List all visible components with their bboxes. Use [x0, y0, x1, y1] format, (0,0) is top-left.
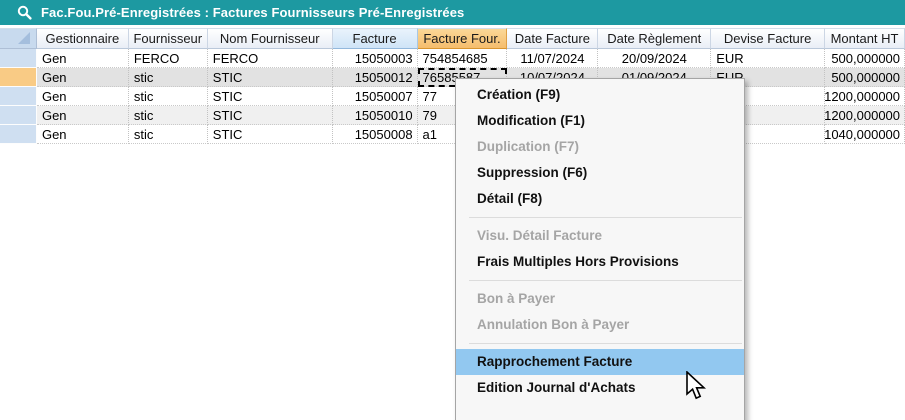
menu-item-annulation-bon-a-payer: Annulation Bon à Payer	[456, 312, 744, 338]
search-icon[interactable]	[17, 5, 32, 20]
menu-separator	[469, 343, 742, 344]
table-row: GensticSTIC15050008a11040,000000	[0, 125, 905, 144]
cell-facture-four[interactable]: 754854685	[418, 49, 508, 68]
cell-facture[interactable]: 15050003	[333, 49, 418, 68]
cell-nom-fournisseur[interactable]: FERCO	[208, 49, 333, 68]
menu-item-frais-multiples-hors-provisions[interactable]: Frais Multiples Hors Provisions	[456, 249, 744, 275]
cell-nom-fournisseur[interactable]: STIC	[208, 87, 333, 106]
table-row: GensticSTIC150500127658558710/07/202401/…	[0, 68, 905, 87]
column-header-nom-fournisseur[interactable]: Nom Fournisseur	[208, 28, 333, 49]
cell-facture[interactable]: 15050007	[333, 87, 418, 106]
context-menu: Création (F9)Modification (F1)Duplicatio…	[455, 78, 745, 420]
column-header-gestionnaire[interactable]: Gestionnaire	[37, 28, 129, 49]
app-window: Fac.Fou.Pré-Enregistrées : Factures Four…	[0, 0, 905, 420]
column-header-facture-four[interactable]: Facture Four.	[418, 28, 508, 49]
select-all-corner[interactable]	[0, 28, 37, 49]
table-row: GensticSTIC15050007771200,000000	[0, 87, 905, 106]
cell-montant-ht[interactable]: 500,000000	[825, 68, 905, 87]
cell-fournisseur[interactable]: stic	[129, 106, 208, 125]
menu-item-modification-f1[interactable]: Modification (F1)	[456, 108, 744, 134]
row-selector[interactable]	[0, 106, 37, 125]
column-header-montant-ht[interactable]: Montant HT	[825, 28, 905, 49]
menu-item-visu-detail-facture: Visu. Détail Facture	[456, 223, 744, 249]
window-titlebar: Fac.Fou.Pré-Enregistrées : Factures Four…	[0, 0, 905, 25]
cell-nom-fournisseur[interactable]: STIC	[208, 68, 333, 87]
cell-fournisseur[interactable]: FERCO	[129, 49, 208, 68]
cell-gestionnaire[interactable]: Gen	[37, 87, 129, 106]
cell-date-reglement[interactable]: 20/09/2024	[598, 49, 711, 68]
cell-nom-fournisseur[interactable]: STIC	[208, 106, 333, 125]
table-header-row: GestionnaireFournisseurNom FournisseurFa…	[0, 28, 905, 49]
column-header-date-reglement[interactable]: Date Règlement	[598, 28, 711, 49]
cell-nom-fournisseur[interactable]: STIC	[208, 125, 333, 144]
cell-fournisseur[interactable]: stic	[129, 125, 208, 144]
table-row: GensticSTIC15050010791200,000000	[0, 106, 905, 125]
menu-item-suppression-f6[interactable]: Suppression (F6)	[456, 160, 744, 186]
column-header-facture[interactable]: Facture	[333, 28, 418, 49]
cell-gestionnaire[interactable]: Gen	[37, 125, 129, 144]
cell-montant-ht[interactable]: 1040,000000	[825, 125, 905, 144]
cell-facture[interactable]: 15050012	[333, 68, 418, 87]
cell-devise-facture[interactable]: EUR	[711, 49, 825, 68]
cell-montant-ht[interactable]: 1200,000000	[825, 87, 905, 106]
menu-item-detail-f8[interactable]: Détail (F8)	[456, 186, 744, 212]
row-selector[interactable]	[0, 49, 37, 68]
column-header-fournisseur[interactable]: Fournisseur	[129, 28, 208, 49]
corner-triangle-icon	[18, 32, 30, 44]
cell-montant-ht[interactable]: 500,000000	[825, 49, 905, 68]
cell-fournisseur[interactable]: stic	[129, 87, 208, 106]
cell-gestionnaire[interactable]: Gen	[37, 106, 129, 125]
cell-date-facture[interactable]: 11/07/2024	[507, 49, 598, 68]
invoice-table: GestionnaireFournisseurNom FournisseurFa…	[0, 28, 905, 144]
menu-separator	[469, 280, 742, 281]
cell-fournisseur[interactable]: stic	[129, 68, 208, 87]
cell-facture[interactable]: 15050010	[333, 106, 418, 125]
menu-separator	[469, 217, 742, 218]
column-header-devise-facture[interactable]: Devise Facture	[711, 28, 825, 49]
row-selector-current[interactable]	[0, 68, 37, 87]
menu-item-duplication-f7: Duplication (F7)	[456, 134, 744, 160]
mouse-cursor	[685, 371, 709, 403]
cell-facture[interactable]: 15050008	[333, 125, 418, 144]
menu-item-creation-f9[interactable]: Création (F9)	[456, 82, 744, 108]
row-selector[interactable]	[0, 87, 37, 106]
cell-gestionnaire[interactable]: Gen	[37, 49, 129, 68]
menu-item-bon-a-payer: Bon à Payer	[456, 286, 744, 312]
column-header-date-facture[interactable]: Date Facture	[507, 28, 598, 49]
cell-montant-ht[interactable]: 1200,000000	[825, 106, 905, 125]
cell-gestionnaire[interactable]: Gen	[37, 68, 129, 87]
row-selector[interactable]	[0, 125, 37, 144]
table-body: GenFERCOFERCO1505000375485468511/07/2024…	[0, 49, 905, 144]
page-title: Fac.Fou.Pré-Enregistrées : Factures Four…	[41, 5, 464, 20]
table-row: GenFERCOFERCO1505000375485468511/07/2024…	[0, 49, 905, 68]
